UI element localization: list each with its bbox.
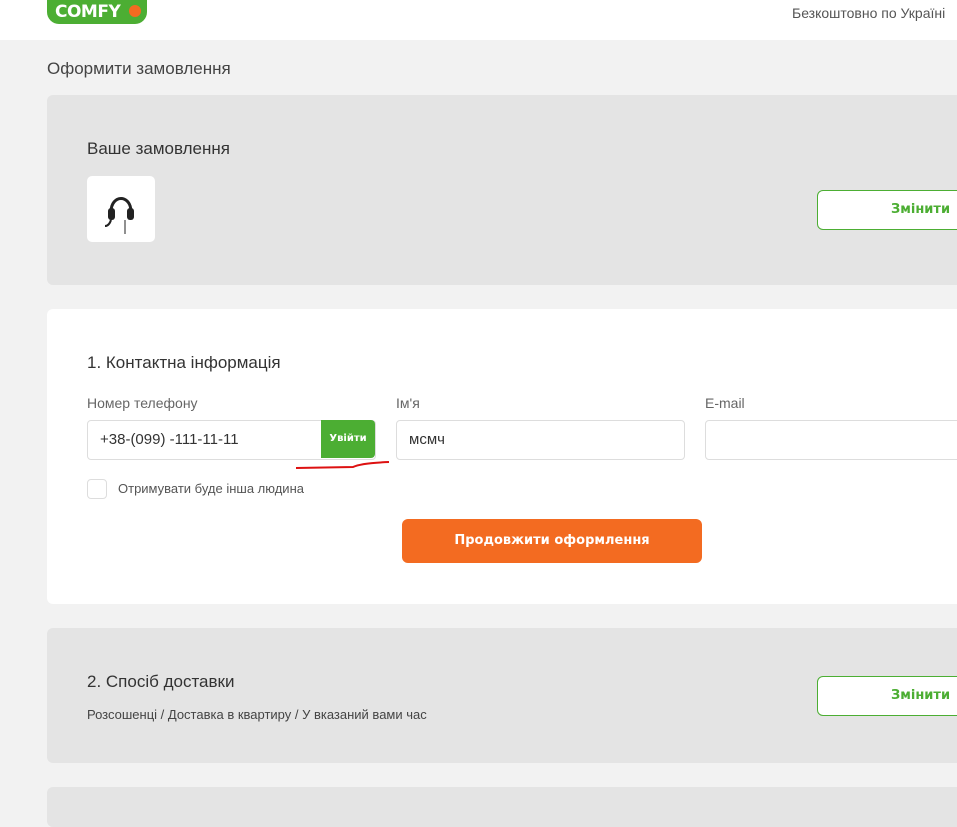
change-delivery-button[interactable]: Змінити [817,676,957,716]
order-title: Ваше замовлення [87,139,230,158]
next-section [47,787,957,827]
logo-text: COMFY [55,2,121,22]
contact-title: 1. Контактна інформація [87,353,281,372]
continue-button[interactable]: Продовжити оформлення [402,519,702,563]
other-person-label[interactable]: Отримувати буде інша людина [118,481,304,496]
login-button[interactable]: Увійти [321,420,375,458]
contact-section: 1. Контактна інформація Номер телефону +… [47,309,957,604]
header: COMFY Безкоштовно по Україні [0,0,957,40]
name-input[interactable]: мсмч [396,420,685,460]
delivery-title: 2. Спосіб доставки [87,672,235,691]
product-thumbnail[interactable] [87,176,155,242]
other-person-checkbox[interactable] [87,479,107,499]
red-underline-annotation [295,461,390,469]
delivery-summary: Розсошенці / Доставка в квартиру / У вка… [87,707,427,722]
free-shipping-text: Безкоштовно по Україні [792,5,946,21]
order-section: Ваше замовлення Змінити [47,95,957,285]
email-label: E-mail [705,395,745,411]
phone-label: Номер телефону [87,395,198,411]
email-input[interactable] [705,420,957,460]
comfy-logo[interactable]: COMFY [47,0,147,24]
page-title: Оформити замовлення [47,59,231,78]
delivery-section: 2. Спосіб доставки Розсошенці / Доставка… [47,628,957,763]
name-label: Ім'я [396,395,420,411]
headset-icon [104,197,134,234]
change-order-button[interactable]: Змінити [817,190,957,230]
logo-dot-icon [129,5,141,17]
